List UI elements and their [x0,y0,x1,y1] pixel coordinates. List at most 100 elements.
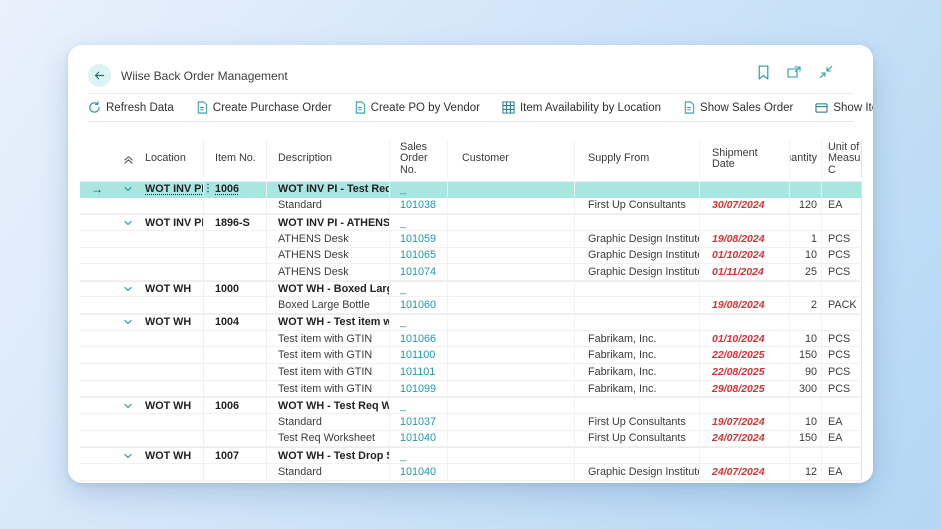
cell-sales-order-no[interactable]: _ [390,448,448,463]
cell-sales-order-no[interactable]: 101101 [390,364,448,380]
cell-description[interactable]: Standard [267,413,390,430]
cell-description[interactable]: Boxed Large Bottle [267,297,390,314]
cell-supply-from[interactable]: Fabrikam, Inc. [575,380,700,397]
cell-unit-of-measure[interactable] [822,398,862,413]
cell-quantity[interactable] [790,281,822,297]
column-header-customer[interactable]: Customer [448,140,575,178]
cell-quantity[interactable]: 10 [790,330,822,347]
cell-unit-of-measure[interactable]: PCS [822,364,862,380]
cell-item-no[interactable] [204,297,267,314]
group-collapse-toggle[interactable] [114,448,142,463]
cell-customer[interactable] [448,330,575,347]
group-collapse-toggle[interactable] [114,182,142,197]
cell-unit-of-measure[interactable] [822,215,862,230]
cell-description[interactable]: Standard [267,463,390,480]
cell-location[interactable] [142,364,204,380]
cell-quantity[interactable]: 10 [790,413,822,430]
cell-customer[interactable] [448,430,575,447]
cell-description[interactable]: WOT WH - Boxed Large Bott... [267,281,390,297]
cell-description[interactable]: WOT INV PI - ATHENS Desk ... [267,215,390,230]
cell-sales-order-no[interactable]: 101040 [390,463,448,480]
cell-supply-from[interactable]: Graphic Design Institute [575,463,700,480]
column-header-supply-from[interactable]: Supply From [575,140,700,178]
cell-quantity[interactable]: 12 [790,463,822,480]
cell-quantity[interactable]: 150 [790,347,822,364]
cell-shipment-date[interactable]: 19/08/2024 [700,230,790,247]
cell-description[interactable]: Test item with GTIN [267,380,390,397]
column-header-item-no[interactable]: Item No. [204,140,267,178]
cell-description[interactable]: WOT WH - Test Drop Shipm... [267,448,390,463]
detail-row[interactable]: Standard 101037 First Up Consultants 19/07/… [80,413,862,431]
cell-item-no[interactable] [204,230,267,247]
cell-quantity[interactable]: 90 [790,364,822,380]
cell-supply-from[interactable]: First Up Consultants [575,413,700,430]
cell-description[interactable]: ATHENS Desk [267,264,390,280]
group-row[interactable]: WOT INV PI 1896-S WOT INV PI - ATHENS Desk… [80,214,862,231]
cell-customer[interactable] [448,463,575,480]
create-purchase-order-button[interactable]: Create Purchase Order [196,101,332,114]
cell-shipment-date[interactable]: 24/07/2024 [700,430,790,447]
cell-location[interactable] [142,380,204,397]
row-options-icon[interactable]: ⋮ [204,183,213,194]
column-header-sales-order-no[interactable]: Sales Order No. [390,140,448,178]
cell-sales-order-no[interactable]: 101037 [390,413,448,430]
cell-item-no[interactable]: 1007 [204,448,267,463]
cell-customer[interactable] [448,413,575,430]
cell-quantity[interactable] [790,215,822,230]
cell-location[interactable]: WOT WH [142,398,204,413]
cell-location[interactable] [142,247,204,264]
cell-quantity[interactable]: 25 [790,264,822,280]
detail-row[interactable]: Test item with GTIN 101101 Fabrikam, Inc. 2… [80,364,862,381]
show-item-card-button[interactable]: Show Item Card [815,102,873,114]
cell-unit-of-measure[interactable] [822,448,862,463]
cell-quantity[interactable]: 300 [790,380,822,397]
cell-sales-order-no[interactable]: 101038 [390,197,448,214]
cell-quantity[interactable] [790,182,822,197]
cell-unit-of-measure[interactable]: PCS [822,330,862,347]
cell-sales-order-no[interactable]: 101074 [390,264,448,280]
cell-item-no[interactable] [204,430,267,447]
group-collapse-toggle[interactable] [114,315,142,330]
cell-shipment-date[interactable]: 01/10/2024 [700,330,790,347]
cell-description[interactable]: Test item with GTIN [267,330,390,347]
cell-unit-of-measure[interactable]: PCS [822,347,862,364]
cell-item-no[interactable] [204,364,267,380]
cell-customer[interactable] [448,197,575,214]
bookmark-icon[interactable] [757,65,770,80]
cell-item-no[interactable]: 1006 [204,398,267,413]
group-row[interactable]: WOT WH 1006 WOT WH - Test Req Worksh... _ [80,397,862,414]
cell-shipment-date[interactable] [700,315,790,330]
cell-unit-of-measure[interactable]: PACK [822,297,862,314]
detail-row[interactable]: Test Req Worksheet 101040 First Up Consult… [80,430,862,448]
column-header-description[interactable]: Description [267,140,390,178]
cell-quantity[interactable] [790,315,822,330]
detail-row[interactable]: Standard 101038 First Up Consultants 30/07/… [80,197,862,215]
cell-location[interactable] [142,264,204,280]
cell-location[interactable] [142,197,204,214]
cell-customer[interactable] [448,264,575,280]
refresh-data-button[interactable]: Refresh Data [88,101,174,114]
cell-customer[interactable] [448,182,575,197]
cell-quantity[interactable] [790,448,822,463]
back-button[interactable] [88,64,111,87]
detail-row[interactable]: Boxed Large Bottle 101060 19/08/2024 2 PACK [80,297,862,315]
column-header-quantity[interactable]: Quantity [790,140,822,178]
cell-item-no[interactable] [204,413,267,430]
cell-quantity[interactable]: 120 [790,197,822,214]
detail-row[interactable]: Test item with GTIN 101100 Fabrikam, Inc. 2… [80,347,862,365]
sales-order-link[interactable]: 101040 [400,432,436,444]
cell-description[interactable]: Test Req Worksheet [267,430,390,447]
cell-supply-from[interactable]: Fabrikam, Inc. [575,347,700,364]
cell-shipment-date[interactable]: 24/07/2024 [700,463,790,480]
cell-item-no[interactable] [204,380,267,397]
cell-customer[interactable] [448,281,575,297]
cell-sales-order-no[interactable]: _ [390,398,448,413]
cell-item-no[interactable] [204,463,267,480]
cell-shipment-date[interactable]: 29/08/2025 [700,380,790,397]
cell-supply-from[interactable] [575,281,700,297]
cell-item-no[interactable] [204,247,267,264]
cell-description[interactable]: WOT WH - Test item with GT... [267,315,390,330]
cell-quantity[interactable]: 150 [790,430,822,447]
group-row[interactable]: WOT WH 1007 WOT WH - Test Drop Shipm... _ [80,447,862,464]
cell-item-no[interactable]: 1000 [204,281,267,297]
